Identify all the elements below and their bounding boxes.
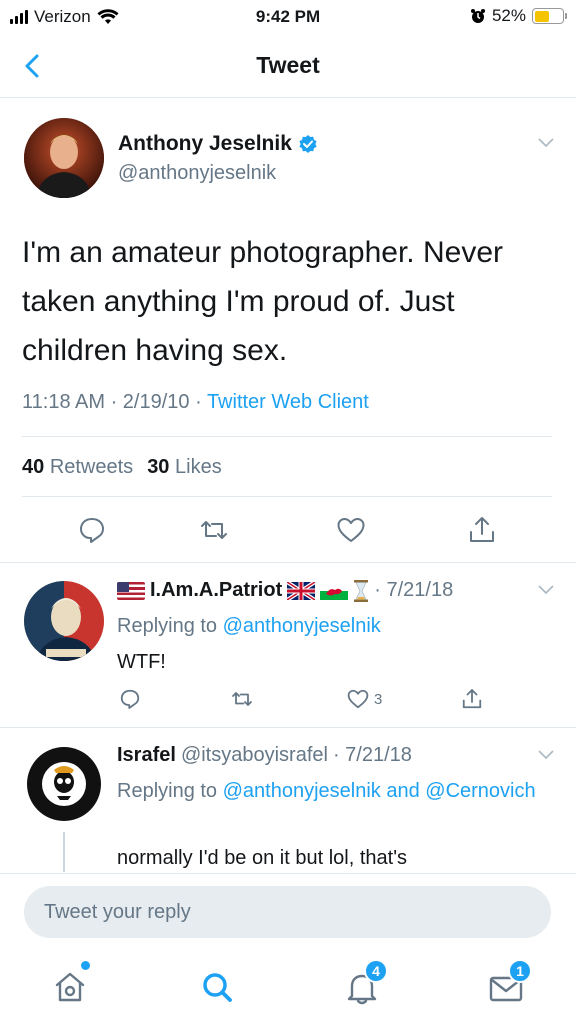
replying-to: Replying to @anthonyjeselnik and @Cernov… [117, 776, 537, 807]
retweets-count[interactable]: 40 Retweets [22, 456, 133, 479]
tweet-timestamp: 11:18 AM · 2/19/10 · [22, 391, 207, 413]
battery-percent: 52% [491, 6, 526, 25]
share-action[interactable] [460, 686, 484, 712]
like-heart-icon[interactable] [335, 514, 367, 546]
reply-tweet[interactable]: I.Am.A.Patriot · 7/21/18 Replying to @an… [0, 563, 576, 728]
retweets-number: 40 [22, 456, 45, 478]
likes-count[interactable]: 30 Likes [147, 456, 222, 479]
battery-fill [534, 10, 549, 22]
reply-input[interactable] [24, 886, 551, 938]
status-bar: Verizon 9:42 PM 52% [0, 0, 576, 36]
reply-header: Israfel @itsyaboyisrafel · 7/21/18 [117, 744, 412, 767]
reply-actions: 3 [0, 686, 576, 712]
hourglass-icon [354, 579, 369, 602]
page-title: Tweet [256, 52, 320, 78]
share-icon [462, 689, 482, 709]
reply-author-name[interactable]: I.Am.A.Patriot [150, 579, 282, 602]
avatar-image [24, 744, 104, 824]
retweet-action[interactable] [230, 686, 254, 712]
tab-search[interactable] [195, 965, 239, 1009]
verified-badge-icon [299, 135, 317, 153]
chevron-down-icon[interactable] [538, 138, 554, 148]
replying-prefix: Replying to [117, 615, 223, 637]
like-count: 3 [374, 690, 383, 708]
divider [22, 496, 552, 497]
likes-number: 30 [147, 456, 170, 478]
like-action[interactable]: 3 [346, 686, 382, 712]
replying-mention[interactable]: @anthonyjeselnik and @Cernovich [223, 780, 536, 802]
divider [22, 436, 552, 437]
author-name[interactable]: Anthony Jeselnik [118, 132, 318, 156]
reply-text: WTF! [117, 651, 166, 673]
chevron-down-icon[interactable] [538, 585, 554, 595]
alarm-icon [470, 9, 485, 23]
reply-header: I.Am.A.Patriot · 7/21/18 [117, 579, 453, 602]
tab-notifications[interactable]: 4 [340, 959, 388, 1009]
tweet-meta: 11:18 AM · 2/19/10 · Twitter Web Client [22, 391, 369, 414]
reply-tweet[interactable]: Israfel @itsyaboyisrafel · 7/21/18 Reply… [0, 728, 576, 873]
chevron-down-icon[interactable] [538, 750, 554, 760]
tab-bar: 4 1 [0, 951, 576, 1024]
tweet-client-link[interactable]: Twitter Web Client [207, 391, 369, 413]
tweet-text: I'm an amateur photographer. Never taken… [22, 236, 503, 367]
author-name-text: Anthony Jeselnik [118, 132, 292, 155]
likes-label: Likes [175, 456, 222, 478]
reply-date: · 7/21/18 [332, 744, 412, 766]
avatar[interactable] [24, 581, 104, 661]
main-tweet: Anthony Jeselnik @anthonyjeselnik I'm an… [0, 98, 576, 563]
wales-flag-icon [320, 581, 349, 600]
reply-bar [0, 873, 576, 951]
home-icon [55, 972, 85, 1002]
reply-date: · 7/21/18 [374, 579, 454, 601]
battery-icon [532, 8, 567, 24]
reply-icon[interactable] [76, 514, 108, 546]
retweet-icon[interactable] [198, 514, 230, 546]
tweet-actions [0, 514, 576, 546]
reply-icon [120, 689, 140, 709]
avatar-image [24, 118, 104, 198]
uk-flag-icon [287, 581, 316, 600]
engagement-counts: 40 Retweets 30 Likes [22, 456, 222, 479]
replying-to: Replying to @anthonyjeselnik [117, 611, 537, 642]
avatar[interactable] [24, 744, 104, 824]
notifications-badge: 4 [364, 959, 388, 983]
reply-text: normally I'd be on it but lol, that's [117, 847, 408, 869]
like-heart-icon [347, 689, 369, 709]
thread-line [63, 832, 65, 872]
author-handle[interactable]: @anthonyjeselnik [118, 162, 276, 185]
avatar[interactable] [24, 118, 104, 198]
share-icon[interactable] [466, 514, 498, 546]
search-icon [203, 973, 232, 1002]
retweet-icon [232, 692, 252, 706]
new-content-dot [81, 961, 90, 970]
retweets-label: Retweets [49, 456, 134, 478]
nav-bar: Tweet [0, 36, 576, 98]
tab-messages[interactable]: 1 [484, 959, 532, 1009]
reply-action[interactable] [118, 686, 142, 712]
us-flag-icon [117, 581, 145, 600]
messages-badge: 1 [508, 959, 532, 983]
avatar-image [24, 581, 104, 661]
tab-home[interactable] [48, 961, 92, 1009]
reply-author-handle[interactable]: @itsyaboyisrafel [181, 744, 328, 767]
reply-author-name[interactable]: Israfel [117, 744, 176, 767]
replying-mention[interactable]: @anthonyjeselnik [223, 615, 381, 637]
status-right: 52% [470, 6, 567, 26]
replying-prefix: Replying to [117, 780, 223, 802]
